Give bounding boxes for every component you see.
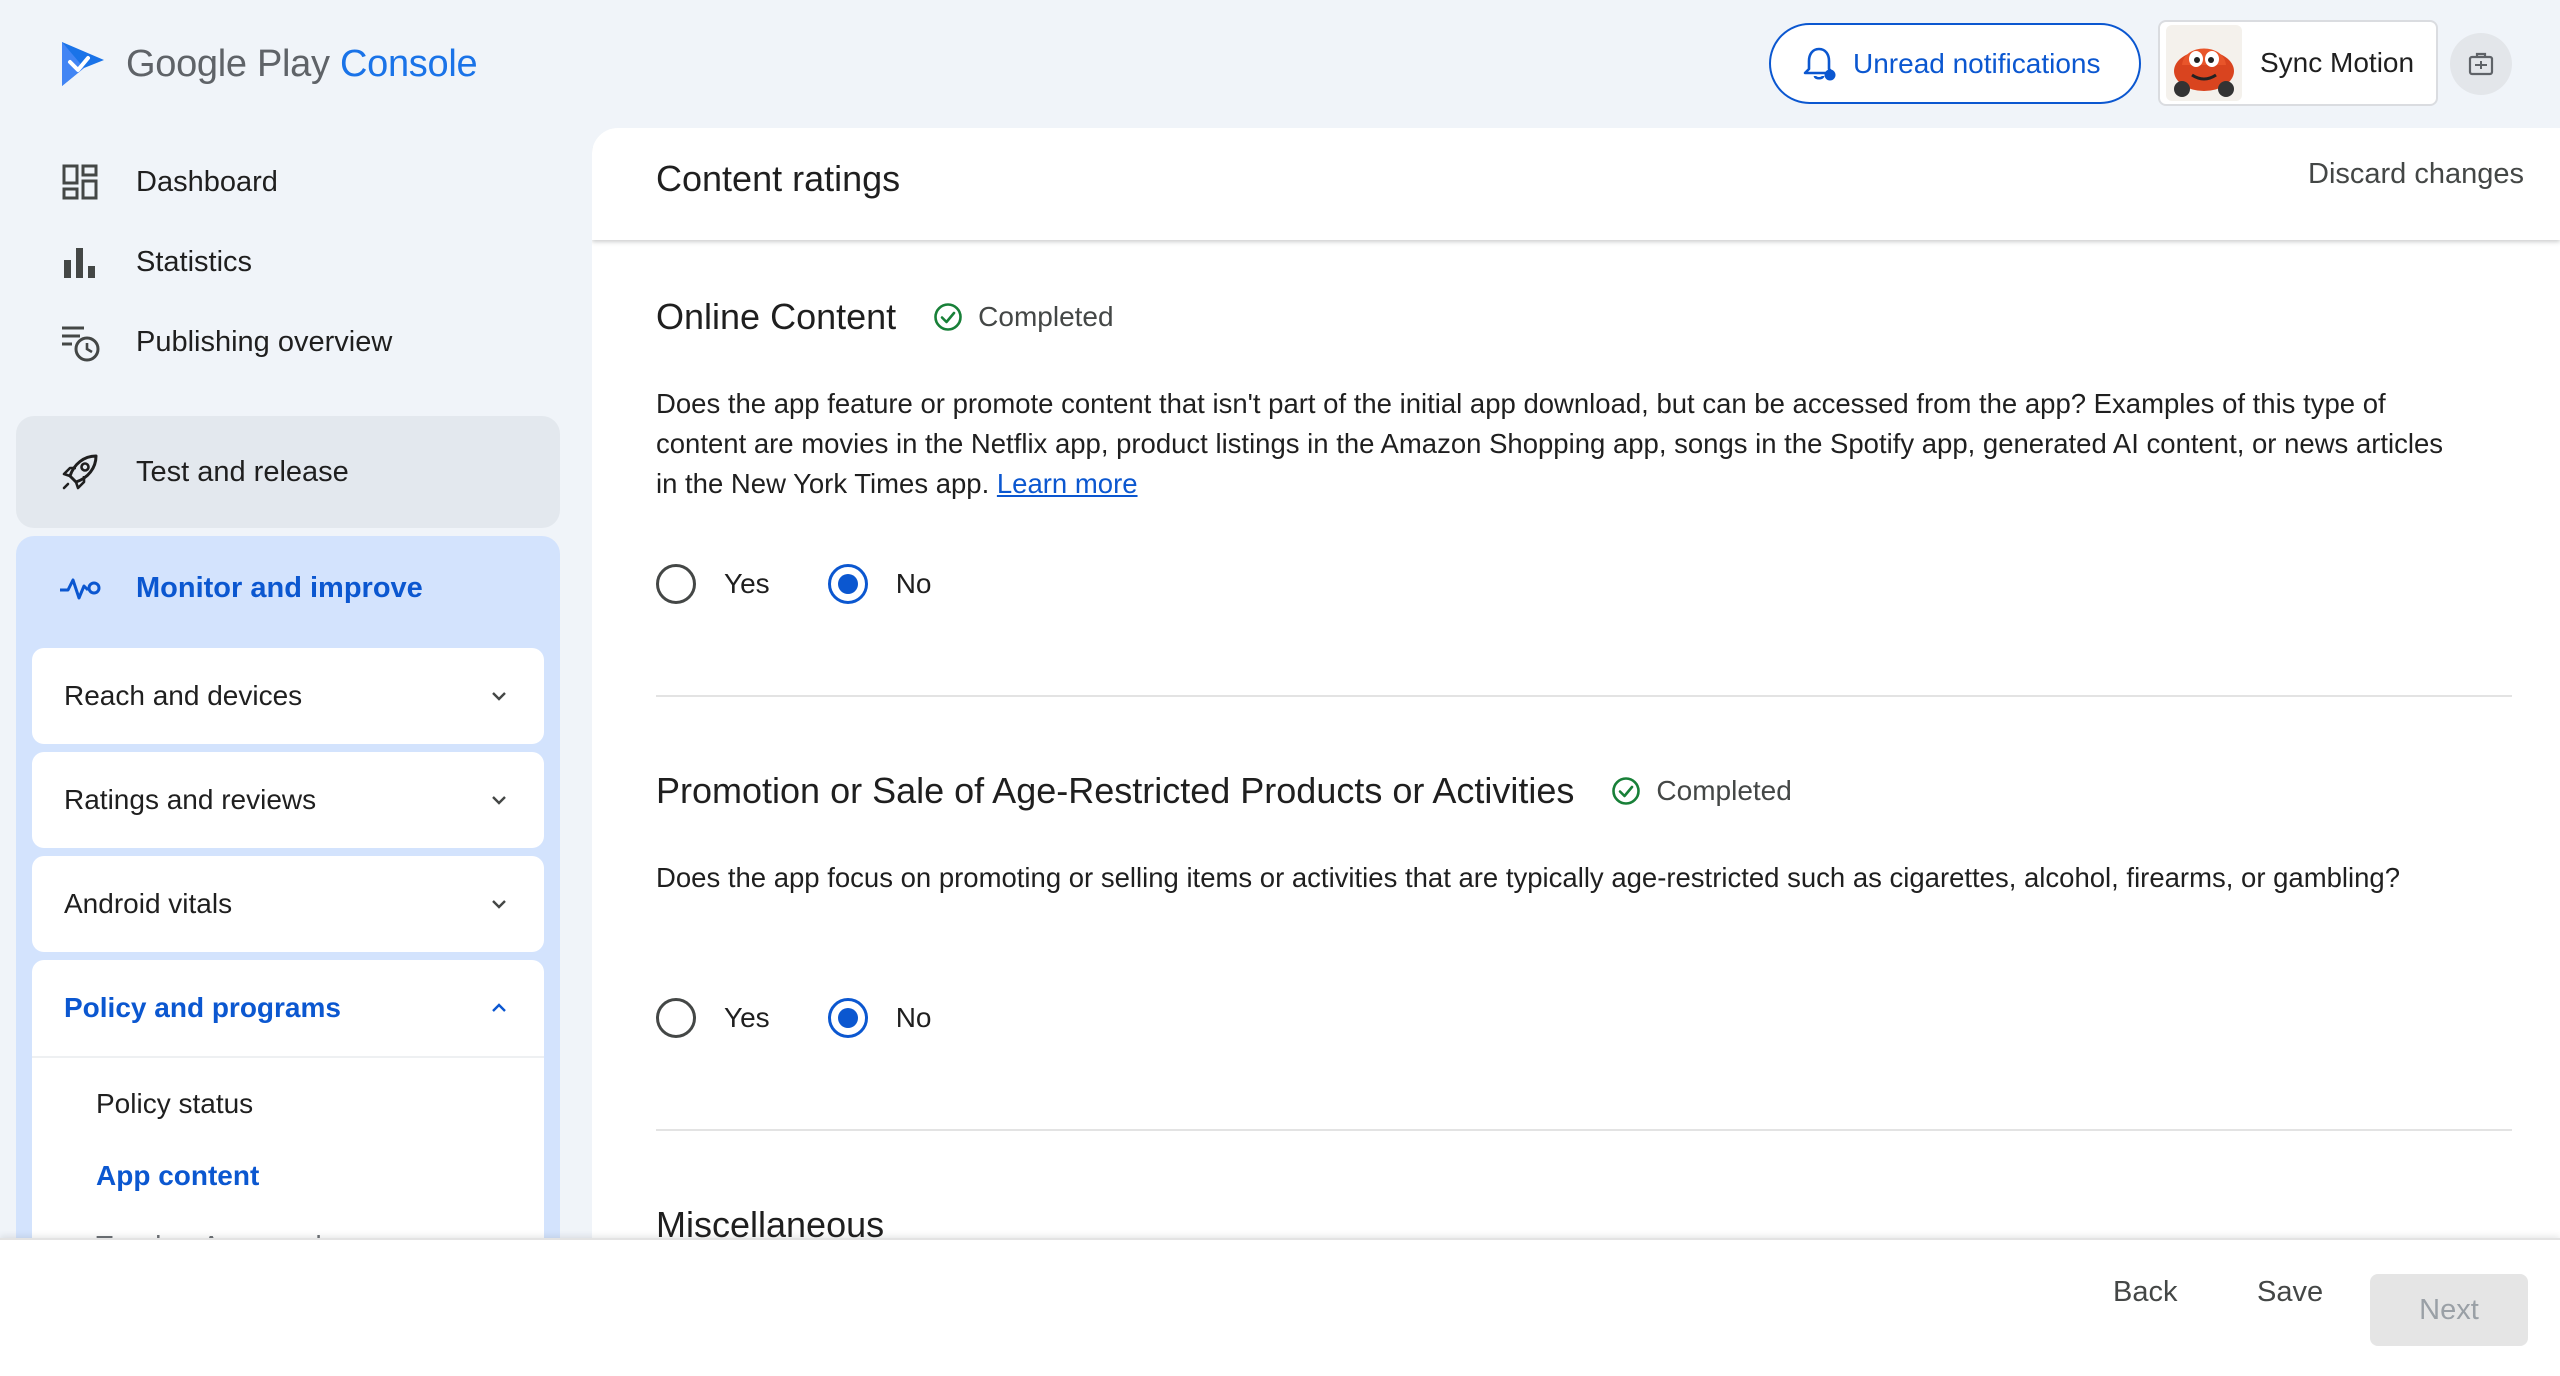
question-age-restricted: Does the app focus on promoting or selli… <box>656 858 2456 898</box>
discard-changes-button[interactable]: Discard changes <box>2308 158 2524 191</box>
sidebar-item-label: Dashboard <box>136 165 278 198</box>
section-heading: Online Content <box>656 296 897 337</box>
page-title: Content ratings <box>656 158 901 199</box>
status-badge: Completed <box>932 301 1114 333</box>
radio-label: No <box>895 1002 932 1033</box>
chevron-down-icon <box>492 692 506 701</box>
radio-group-age-restricted: Yes No <box>656 978 989 1058</box>
sidebar-item-publishing-overview[interactable]: Publishing overview <box>58 320 392 364</box>
section-heading: Miscellaneous <box>656 1204 885 1240</box>
learn-more-link[interactable]: Learn more <box>997 468 1138 499</box>
sidebar-item-policy-status[interactable]: Policy status <box>96 1088 253 1120</box>
logo-console: Console <box>339 42 478 85</box>
check-circle-icon <box>1612 777 1641 805</box>
status-text: Completed <box>1656 775 1792 806</box>
logo-brand: Google Play <box>126 42 330 85</box>
subsection-label: Android vitals <box>64 888 233 919</box>
sidebar-item-reach-and-devices[interactable]: Reach and devices <box>32 648 544 744</box>
publishing-clock-icon <box>62 326 100 362</box>
sidebar-item-dashboard[interactable]: Dashboard <box>58 160 278 204</box>
question-text: Does the app focus on promoting or selli… <box>656 862 2401 893</box>
section-title-age-restricted: Promotion or Sale of Age-Restricted Prod… <box>656 770 1792 812</box>
play-console-logo[interactable]: Google Play Console <box>58 36 478 92</box>
radio-group-online-content: Yes No <box>656 564 989 604</box>
check-circle-icon <box>934 303 962 331</box>
subsection-label: Policy and programs <box>64 992 341 1023</box>
sidebar-item-label: Statistics <box>136 245 253 278</box>
radio-label: Yes <box>724 568 770 599</box>
radio-yes[interactable]: Yes <box>656 998 770 1038</box>
sidebar-item-policy-and-programs[interactable]: Policy and programs <box>32 960 544 1056</box>
status-text: Completed <box>978 301 1114 332</box>
dashboard-icon <box>62 164 98 200</box>
radio-no[interactable]: No <box>827 564 932 604</box>
bar-chart-icon <box>64 248 95 278</box>
chevron-down-icon <box>492 900 506 909</box>
next-button[interactable]: Next <box>2370 1274 2528 1346</box>
monitor-label: Monitor and improve <box>136 571 423 604</box>
account-switcher[interactable]: Sync Motion <box>2158 20 2438 106</box>
radio-button[interactable] <box>827 998 868 1038</box>
sidebar-item-label: Publishing overview <box>136 325 393 358</box>
sidebar-item-monitor-and-improve[interactable]: Monitor and improve <box>58 566 423 610</box>
form-footer: Back Save Next <box>0 1238 2560 1376</box>
radio-no[interactable]: No <box>807 978 932 1058</box>
notifications-label: Unread notifications <box>1853 47 2101 79</box>
sidebar-item-test-and-release[interactable]: Test and release <box>16 416 560 528</box>
bell-icon <box>1803 47 1836 80</box>
radio-button[interactable] <box>827 564 868 604</box>
section-divider <box>656 1129 2512 1131</box>
question-online-content: Does the app feature or promote content … <box>656 384 2456 504</box>
radio-label: Yes <box>724 1002 770 1033</box>
avatar <box>2166 25 2242 101</box>
question-text: Does the app feature or promote content … <box>656 388 2444 499</box>
feedback-button[interactable] <box>2450 33 2512 95</box>
section-title-online-content: Online Content Completed <box>656 296 1114 338</box>
divider <box>32 1056 544 1058</box>
radio-label: No <box>895 568 932 599</box>
radio-button[interactable] <box>656 564 696 604</box>
section-heading: Promotion or Sale of Age-Restricted Prod… <box>656 770 1575 811</box>
play-console-logo-icon <box>62 42 104 86</box>
section-title-miscellaneous: Miscellaneous <box>656 1204 884 1240</box>
sidebar-item-ratings-and-reviews[interactable]: Ratings and reviews <box>32 752 544 848</box>
sidebar-item-app-content[interactable]: App content <box>96 1160 259 1192</box>
rocket-icon <box>62 454 98 490</box>
main-panel: Content ratings Discard changes Online C… <box>592 128 2560 1240</box>
page-header: Content ratings Discard changes <box>592 128 2560 240</box>
sidebar-item-android-vitals[interactable]: Android vitals <box>32 856 544 952</box>
test-release-label: Test and release <box>136 455 349 488</box>
monitor-and-improve-section: Monitor and improve Reach and devices Ra… <box>16 536 560 1300</box>
logo-text: Google Play Console <box>126 42 478 86</box>
chevron-up-icon <box>492 1003 506 1012</box>
section-divider <box>656 695 2512 697</box>
account-name: Sync Motion <box>2260 47 2415 78</box>
subsection-label: Ratings and reviews <box>64 784 317 815</box>
monitor-pulse-icon <box>60 578 101 600</box>
chevron-down-icon <box>492 796 506 805</box>
sidebar-item-statistics[interactable]: Statistics <box>58 240 252 284</box>
subsection-label: Reach and devices <box>64 680 303 711</box>
feedback-icon <box>2468 52 2494 76</box>
unread-notifications-button[interactable]: Unread notifications <box>1769 23 2141 104</box>
save-button[interactable]: Save <box>2257 1276 2323 1309</box>
radio-yes[interactable]: Yes <box>656 564 770 604</box>
radio-button[interactable] <box>656 998 696 1038</box>
back-button[interactable]: Back <box>2113 1276 2177 1309</box>
status-badge: Completed <box>1610 775 1792 807</box>
